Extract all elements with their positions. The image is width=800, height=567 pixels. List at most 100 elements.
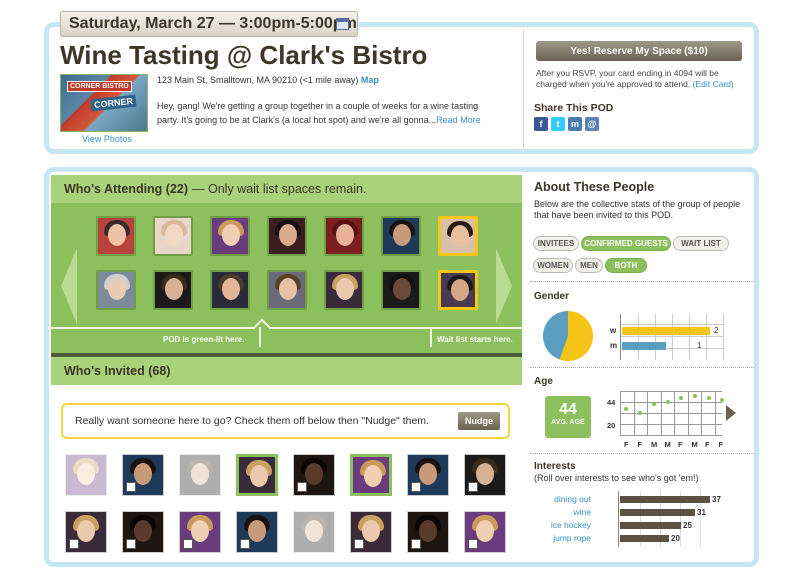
grid-line — [621, 336, 724, 337]
invitee-checkbox[interactable] — [411, 539, 421, 549]
attendee-avatar[interactable] — [381, 216, 421, 256]
filter-men[interactable]: MEN — [575, 258, 603, 273]
calendar-icon[interactable] — [336, 18, 349, 30]
interest-label[interactable]: wine — [521, 507, 591, 517]
age-point — [624, 407, 628, 411]
invitee-avatar[interactable] — [236, 454, 278, 496]
reserve-button[interactable]: Yes! Reserve My Space ($10) — [536, 41, 742, 61]
invitee-checkbox[interactable] — [69, 539, 79, 549]
age-point — [693, 394, 697, 398]
invitee-checkbox[interactable] — [297, 482, 307, 492]
attendee-avatar[interactable] — [96, 216, 136, 256]
address-text: 123 Main St, Smalltown, MA 90210 (<1 mil… — [157, 75, 359, 85]
grid-line — [672, 314, 673, 360]
interest-bar[interactable] — [620, 496, 710, 503]
invitee-checkbox[interactable] — [468, 539, 478, 549]
gender-label-w: w — [610, 326, 617, 335]
age-next-icon[interactable] — [726, 405, 736, 421]
timeline-marker — [253, 318, 271, 336]
edit-card-link[interactable]: (Edit Card) — [693, 79, 734, 89]
invitee-avatar[interactable] — [464, 511, 506, 553]
interest-bar[interactable] — [620, 535, 669, 542]
interest-value: 37 — [712, 495, 721, 504]
attending-area: POD is green-lit here. Wait list starts … — [51, 203, 522, 353]
scroll-left-arrow-icon[interactable] — [61, 248, 77, 324]
attendee-avatar[interactable] — [210, 216, 250, 256]
attendee-avatar[interactable] — [210, 270, 250, 310]
invitee-avatar[interactable] — [464, 454, 506, 496]
facebook-icon[interactable]: f — [534, 117, 548, 131]
invitee-avatar[interactable] — [407, 454, 449, 496]
myspace-icon[interactable]: m — [568, 117, 582, 131]
grid-line — [621, 324, 724, 325]
interest-label[interactable]: ice hockey — [521, 520, 591, 530]
attendee-avatar[interactable] — [267, 270, 307, 310]
invitee-avatar[interactable] — [293, 511, 335, 553]
invitee-avatar[interactable] — [65, 454, 107, 496]
map-link[interactable]: Map — [361, 75, 379, 85]
filter-invitees[interactable]: INVITEES — [533, 236, 579, 251]
attendee-avatar[interactable] — [438, 270, 478, 310]
filter-women[interactable]: WOMEN — [533, 258, 573, 273]
interest-label[interactable]: dining out — [521, 494, 591, 504]
scroll-right-arrow-icon[interactable] — [496, 248, 512, 324]
interest-label[interactable]: jump rope — [521, 533, 591, 543]
attendee-avatar[interactable] — [381, 270, 421, 310]
attendee-avatar[interactable] — [324, 216, 364, 256]
age-x-label: F — [678, 440, 683, 449]
filter-confirmed-guests[interactable]: CONFIRMED GUESTS — [581, 236, 671, 251]
invitee-avatar[interactable] — [293, 454, 335, 496]
attending-header: Who's Attending (22) — Only wait list sp… — [51, 175, 522, 203]
invitee-avatar[interactable] — [236, 511, 278, 553]
twitter-icon[interactable]: t — [551, 117, 565, 131]
venue-photo[interactable]: CORNER BISTRO CORNER — [60, 74, 148, 132]
attendee-avatar[interactable] — [153, 270, 193, 310]
attendee-avatar[interactable] — [438, 216, 478, 256]
invitee-avatar[interactable] — [350, 511, 392, 553]
view-photos-link[interactable]: View Photos — [82, 134, 132, 144]
about-description: Below are the collective stats of the gr… — [534, 199, 741, 220]
invitee-avatar[interactable] — [350, 454, 392, 496]
invitee-checkbox[interactable] — [411, 482, 421, 492]
invitee-avatar[interactable] — [179, 454, 221, 496]
avg-age-badge: 44 AVG. AGE — [545, 396, 591, 438]
invitee-checkbox[interactable] — [240, 539, 250, 549]
invitee-avatar[interactable] — [407, 511, 449, 553]
email-icon[interactable]: @ — [585, 117, 599, 131]
attendance-timeline: POD is green-lit here. Wait list starts … — [51, 318, 522, 353]
photo-sign-top: CORNER BISTRO — [67, 81, 132, 92]
invitee-checkbox[interactable] — [126, 482, 136, 492]
grid-line — [655, 314, 656, 360]
filter-wait-list[interactable]: WAIT LIST — [673, 236, 729, 251]
invitee-avatar[interactable] — [122, 511, 164, 553]
attendee-row-1 — [96, 216, 478, 256]
invitee-checkbox[interactable] — [126, 539, 136, 549]
interest-bar[interactable] — [620, 522, 681, 529]
interests-axis — [618, 491, 619, 547]
filter-both[interactable]: BOTH — [605, 258, 647, 273]
invitee-checkbox[interactable] — [354, 539, 364, 549]
nudge-button[interactable]: Nudge — [458, 412, 500, 430]
invitee-checkbox[interactable] — [468, 482, 478, 492]
attendee-avatar[interactable] — [153, 216, 193, 256]
invitee-checkbox[interactable] — [183, 539, 193, 549]
age-point — [652, 402, 656, 406]
attendee-avatar[interactable] — [267, 216, 307, 256]
attendee-avatar[interactable] — [96, 270, 136, 310]
share-icons: f t m @ — [534, 117, 599, 131]
attending-note: — Only wait list spaces remain. — [192, 182, 367, 196]
invitee-row-2 — [65, 511, 506, 553]
gender-pie-chart — [543, 311, 593, 361]
read-more-link[interactable]: Read More — [436, 115, 481, 125]
attendee-avatar[interactable] — [324, 270, 364, 310]
interest-bar[interactable] — [620, 509, 695, 516]
interest-value: 20 — [671, 534, 680, 543]
event-title: Wine Tasting @ Clark's Bistro — [60, 40, 428, 70]
invitee-avatar[interactable] — [65, 511, 107, 553]
invitee-avatar[interactable] — [122, 454, 164, 496]
invitee-avatar[interactable] — [179, 511, 221, 553]
age-tick-44: 44 — [607, 398, 616, 407]
avg-age-label: AVG. AGE — [551, 419, 585, 426]
grid-line — [689, 314, 690, 360]
age-chart — [620, 391, 724, 436]
